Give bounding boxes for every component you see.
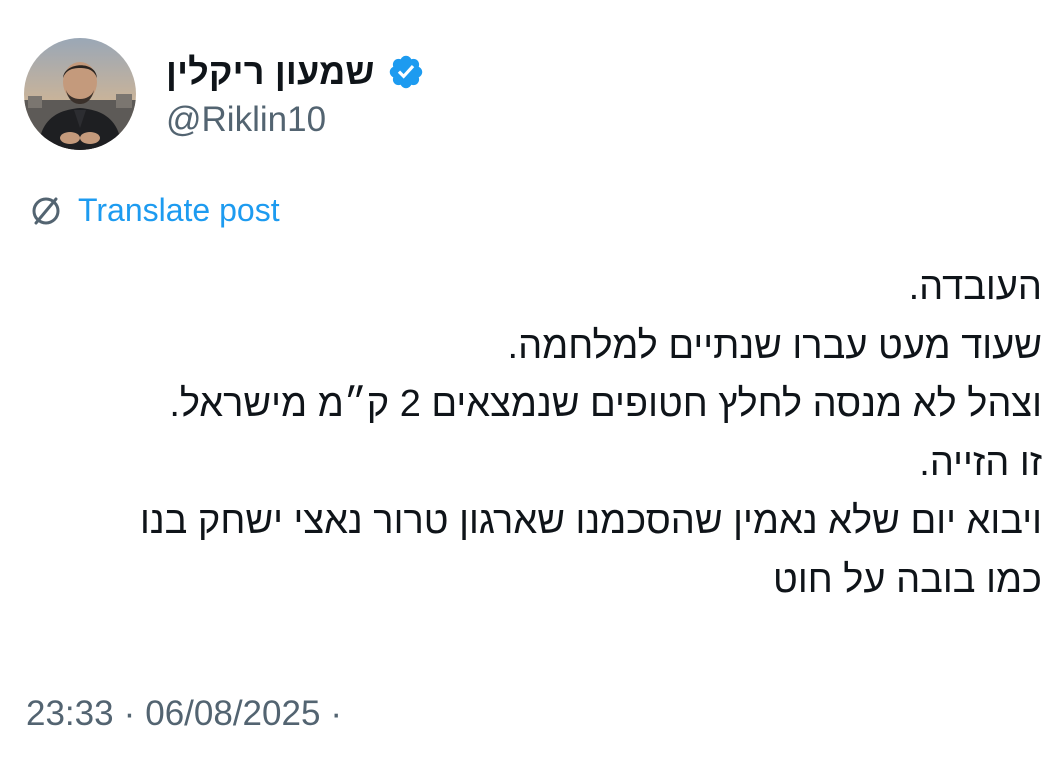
post-line: ויבוא יום שלא נאמין שהסכמנו שארגון טרור … xyxy=(139,500,1042,542)
post-time[interactable]: 23:33 xyxy=(26,694,114,733)
verified-badge-icon xyxy=(387,53,425,91)
post-text: העובדה. שעוד מעט עברו שנתיים למלחמה. וצה… xyxy=(24,258,1042,609)
author-identity: שמעון ריקלין @Riklin10 xyxy=(166,48,425,140)
avatar-photo-icon xyxy=(24,38,136,150)
post-line: העובדה. xyxy=(908,266,1042,308)
meta-separator: · xyxy=(123,694,136,733)
avatar[interactable] xyxy=(24,38,136,150)
post-line: שעוד מעט עברו שנתיים למלחמה. xyxy=(507,324,1042,367)
meta-separator-trailing: · xyxy=(330,694,343,733)
post-metadata: 23:33 · 06/08/2025 · xyxy=(26,694,352,734)
translate-post-link[interactable]: Translate post xyxy=(28,192,280,229)
author-handle[interactable]: @Riklin10 xyxy=(166,100,425,140)
post-date[interactable]: 06/08/2025 xyxy=(145,694,320,733)
translate-globe-icon xyxy=(28,193,64,229)
author-display-name[interactable]: שמעון ריקלין xyxy=(166,51,375,93)
post-line: זו הזייה. xyxy=(919,441,1042,484)
name-row: שמעון ריקלין xyxy=(166,48,425,96)
translate-post-label[interactable]: Translate post xyxy=(78,192,280,229)
post-header: שמעון ריקלין @Riklin10 xyxy=(24,32,425,156)
post-line: כמו בובה על חוט xyxy=(773,558,1042,601)
post-line: וצהל לא מנסה לחלץ חטופים שנמצאים 2 ק״מ מ… xyxy=(169,383,1042,425)
